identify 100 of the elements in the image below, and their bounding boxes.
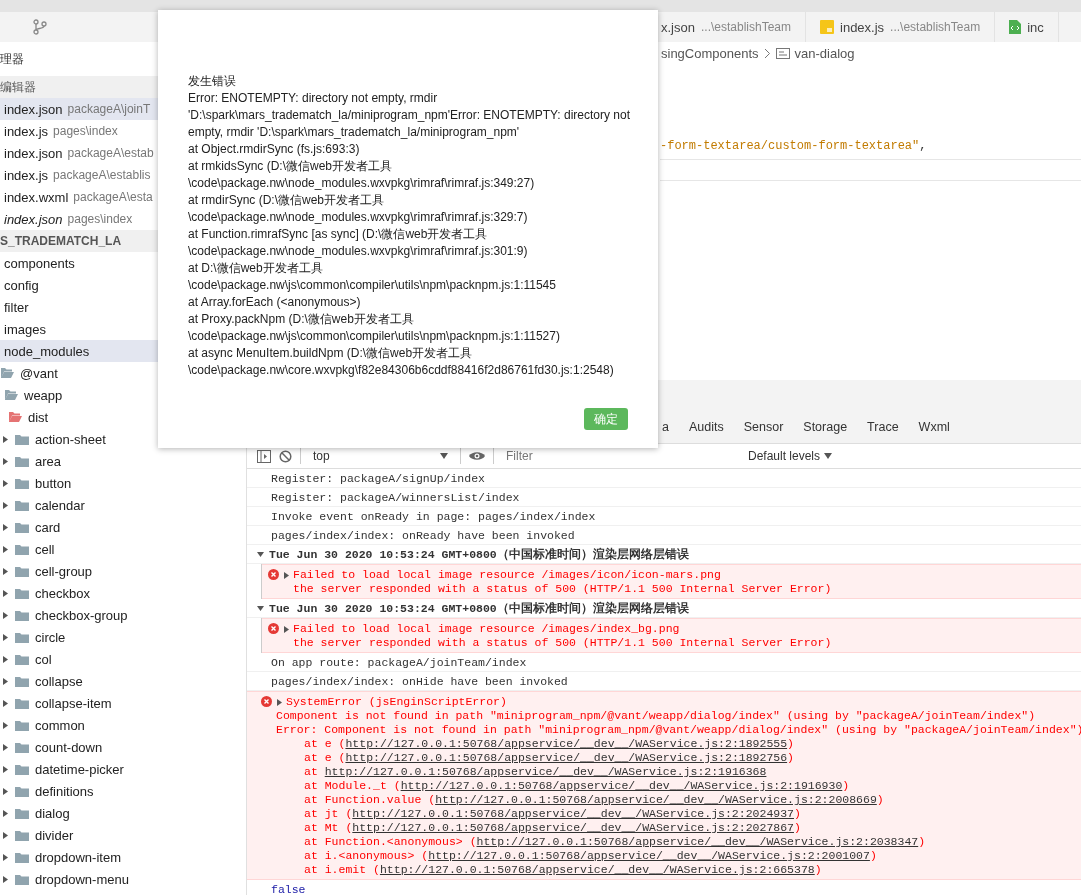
sidebar-toggle-icon[interactable] bbox=[257, 449, 271, 463]
devtools-tab[interactable]: Wxml bbox=[908, 413, 960, 443]
tree-item[interactable]: dropdown-menu bbox=[0, 868, 246, 890]
caret-right-icon[interactable] bbox=[2, 479, 9, 487]
stack-link[interactable]: http://127.0.0.1:50768/appservice/__dev__/WAService.js:2:2038347 bbox=[476, 835, 919, 849]
tree-item[interactable]: cell-group bbox=[0, 560, 246, 582]
caret-right-icon[interactable] bbox=[2, 787, 9, 795]
tab-name: x.json bbox=[661, 19, 695, 35]
caret-right-icon[interactable] bbox=[2, 721, 9, 729]
log-levels-dropdown[interactable]: Default levels bbox=[748, 449, 833, 463]
tree-item[interactable]: collapse bbox=[0, 670, 246, 692]
devtools-tab[interactable]: Audits bbox=[678, 413, 734, 443]
file-path: packageA\joinT bbox=[67, 102, 151, 116]
caret-down-icon[interactable] bbox=[257, 604, 264, 612]
tree-item[interactable]: common bbox=[0, 714, 246, 736]
caret-right-icon[interactable] bbox=[276, 698, 283, 706]
tree-item[interactable]: dist bbox=[0, 406, 246, 428]
stack-link[interactable]: http://127.0.0.1:50768/appservice/__dev__/WAService.js:2:1892756 bbox=[345, 751, 788, 765]
tab-name: inc bbox=[1027, 19, 1044, 35]
caret-right-icon[interactable] bbox=[2, 809, 9, 817]
caret-right-icon[interactable] bbox=[2, 875, 9, 883]
caret-right-icon[interactable] bbox=[2, 567, 9, 575]
tree-item-label: collapse bbox=[35, 673, 83, 689]
file-path: packageA\estab bbox=[67, 146, 154, 160]
tree-item[interactable]: divider bbox=[0, 824, 246, 846]
devtools-tab[interactable]: Trace bbox=[857, 413, 909, 443]
stack-link[interactable]: http://127.0.0.1:50768/appservice/__dev__/WAService.js:2:1916930 bbox=[400, 779, 843, 793]
log-value: false bbox=[271, 882, 306, 895]
tree-item[interactable]: dialog bbox=[0, 802, 246, 824]
stack-link[interactable]: http://127.0.0.1:50768/appservice/__dev__/WAService.js:2:1892555 bbox=[345, 737, 788, 751]
log-message: Register: packageA/signUp/index bbox=[271, 471, 485, 485]
tree-item[interactable]: collapse-item bbox=[0, 692, 246, 714]
clear-console-icon[interactable] bbox=[279, 449, 292, 463]
folder-icon bbox=[15, 455, 29, 467]
caret-right-icon[interactable] bbox=[2, 699, 9, 707]
caret-right-icon[interactable] bbox=[2, 677, 9, 685]
caret-right-icon[interactable] bbox=[2, 589, 9, 597]
caret-right-icon[interactable] bbox=[2, 765, 9, 773]
caret-right-icon[interactable] bbox=[2, 501, 9, 509]
breadcrumb-item[interactable]: van-dialog bbox=[794, 46, 855, 61]
tree-item[interactable]: action-sheet bbox=[0, 428, 246, 450]
dialog-title: 发生错误 bbox=[188, 73, 237, 90]
caret-right-icon[interactable] bbox=[283, 625, 290, 633]
tree-item[interactable]: card bbox=[0, 516, 246, 538]
caret-right-icon[interactable] bbox=[2, 853, 9, 861]
tree-item[interactable]: button bbox=[0, 472, 246, 494]
tree-item[interactable]: circle bbox=[0, 626, 246, 648]
tree-item[interactable]: col bbox=[0, 648, 246, 670]
tree-item[interactable]: definitions bbox=[0, 780, 246, 802]
tree-item[interactable]: datetime-picker bbox=[0, 758, 246, 780]
tree-item[interactable]: count-down bbox=[0, 736, 246, 758]
tree-item[interactable]: area bbox=[0, 450, 246, 472]
branch-icon[interactable] bbox=[33, 19, 47, 35]
caret-right-icon[interactable] bbox=[283, 571, 290, 579]
tab-name: index.js bbox=[840, 19, 885, 35]
context-select[interactable]: top bbox=[309, 449, 452, 463]
stack-link[interactable]: http://127.0.0.1:50768/appservice/__dev__/WAService.js:2:1916368 bbox=[324, 765, 767, 779]
stack-text: ) bbox=[794, 821, 801, 835]
tree-item-label: dist bbox=[28, 409, 49, 425]
tree-item[interactable]: weapp bbox=[0, 384, 246, 406]
tree-item[interactable]: checkbox-group bbox=[0, 604, 246, 626]
tree-item[interactable]: dropdown-item bbox=[0, 846, 246, 868]
folder-icon bbox=[15, 829, 29, 841]
caret-right-icon[interactable] bbox=[2, 633, 9, 641]
tree-item-label: @vant bbox=[20, 365, 58, 381]
caret-right-icon[interactable] bbox=[2, 655, 9, 663]
stack-link[interactable]: http://127.0.0.1:50768/appservice/__dev__/WAService.js:2:2008669 bbox=[435, 793, 877, 807]
eye-icon[interactable] bbox=[469, 451, 485, 461]
devtools-tab[interactable]: Sensor bbox=[733, 413, 794, 443]
caret-right-icon[interactable] bbox=[2, 523, 9, 531]
breadcrumb-item[interactable]: singComponents bbox=[661, 46, 759, 61]
folder-icon bbox=[15, 785, 29, 797]
folder-icon bbox=[15, 763, 29, 775]
panel-title: 理器 bbox=[0, 50, 24, 68]
code-file-icon bbox=[1009, 20, 1022, 34]
caret-right-icon[interactable] bbox=[2, 743, 9, 751]
error-title: SystemError (jsEnginScriptError) bbox=[286, 695, 507, 709]
tree-item[interactable]: calendar bbox=[0, 494, 246, 516]
devtools-tab[interactable]: Storage bbox=[793, 413, 858, 443]
stack-link[interactable]: http://127.0.0.1:50768/appservice/__dev__/WAService.js:2:2027867 bbox=[352, 821, 794, 835]
tree-item[interactable]: checkbox bbox=[0, 582, 246, 604]
caret-down-icon[interactable] bbox=[257, 550, 264, 558]
stack-link[interactable]: http://127.0.0.1:50768/appservice/__dev__/WAService.js:2:665378 bbox=[379, 863, 815, 877]
file-path: pages\index bbox=[53, 124, 118, 138]
editor-tab[interactable]: index.js ...\establishTeam bbox=[806, 12, 996, 42]
stack-text: at Module._t ( bbox=[304, 779, 401, 793]
file-name: index.js bbox=[4, 123, 49, 139]
stack-link[interactable]: http://127.0.0.1:50768/appservice/__dev__/WAService.js:2:2001007 bbox=[428, 849, 870, 863]
caret-right-icon[interactable] bbox=[2, 611, 9, 619]
caret-right-icon[interactable] bbox=[2, 435, 9, 443]
caret-right-icon[interactable] bbox=[2, 457, 9, 465]
tree-item-label: checkbox-group bbox=[35, 607, 128, 623]
editor-tab[interactable]: inc bbox=[995, 12, 1059, 42]
tree-item-label: datetime-picker bbox=[35, 761, 124, 777]
tree-item[interactable]: cell bbox=[0, 538, 246, 560]
log-message: pages/index/index: onHide have been invoked bbox=[271, 674, 568, 688]
caret-right-icon[interactable] bbox=[2, 545, 9, 553]
stack-link[interactable]: http://127.0.0.1:50768/appservice/__dev__/WAService.js:2:2024937 bbox=[352, 807, 794, 821]
caret-right-icon[interactable] bbox=[2, 831, 9, 839]
tree-item-label: calendar bbox=[35, 497, 85, 513]
